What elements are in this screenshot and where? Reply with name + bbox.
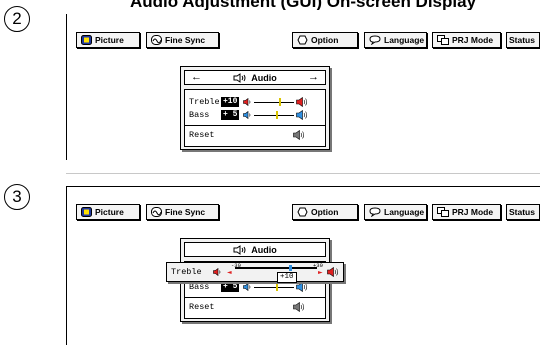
reset-row[interactable]: Reset (185, 300, 325, 314)
picture-button[interactable]: Picture (76, 32, 140, 48)
audio-settings-list: Treble +10 Bass + 5 Reset (184, 89, 326, 147)
page-heading-cut: Audio Adjustment (GUI) On-screen Display (130, 0, 477, 10)
prj-mode-button[interactable]: PRJ Mode (432, 204, 501, 220)
row-divider (185, 125, 325, 126)
status-button[interactable]: Status (506, 32, 540, 48)
menubar: Picture Fine Sync Option Language PRJ Mo… (76, 32, 540, 50)
treble-slider-popup[interactable]: Treble -30 +30 ◄ ► +10 (166, 262, 344, 283)
language-button[interactable]: Language (364, 204, 427, 220)
frame-left-edge (66, 186, 67, 345)
option-icon (297, 207, 308, 217)
speaker-icon (233, 244, 246, 255)
speaker-icon (233, 72, 246, 83)
reset-label: Reset (189, 302, 215, 312)
language-icon (369, 207, 381, 217)
bass-label: Bass (189, 110, 210, 120)
picture-icon (81, 207, 92, 217)
speaker-icon (213, 268, 221, 276)
prj-mode-button[interactable]: PRJ Mode (432, 32, 501, 48)
reset-row[interactable]: Reset (185, 128, 325, 142)
speaker-high-icon (296, 97, 308, 107)
treble-wide-slider[interactable] (235, 265, 317, 271)
decrease-arrow-icon[interactable]: ◄ (227, 269, 232, 276)
treble-popup-value: +10 (277, 272, 297, 283)
fine-sync-button[interactable]: Fine Sync (146, 32, 219, 48)
bass-row[interactable]: Bass + 5 (185, 108, 325, 122)
option-label: Option (311, 35, 339, 45)
speaker-high-icon (327, 267, 339, 277)
status-label: Status (509, 207, 535, 217)
fine-sync-label: Fine Sync (165, 35, 206, 45)
bass-slider[interactable] (254, 283, 295, 291)
audio-panel-header: Audio (184, 242, 326, 257)
bass-slider-knob[interactable] (276, 283, 279, 291)
step-number-3: 3 (4, 184, 30, 210)
fine-sync-button[interactable]: Fine Sync (146, 204, 219, 220)
picture-label: Picture (95, 207, 124, 217)
bass-value: + 5 (221, 110, 240, 120)
reset-icon (293, 302, 305, 312)
language-label: Language (384, 35, 425, 45)
option-label: Option (311, 207, 339, 217)
option-button[interactable]: Option (292, 204, 358, 220)
audio-panel: ← Audio → Treble +10 Bass + 5 Reset (180, 66, 330, 150)
audio-panel-title: Audio (251, 72, 277, 83)
treble-label: Treble (189, 97, 220, 107)
row-divider (185, 297, 325, 298)
speaker-high-icon (296, 110, 308, 120)
bass-label: Bass (189, 282, 210, 292)
picture-icon (81, 35, 92, 45)
language-icon (369, 35, 381, 45)
language-button[interactable]: Language (364, 32, 427, 48)
left-arrow-icon[interactable]: ← (191, 71, 202, 84)
status-button[interactable]: Status (506, 204, 540, 220)
reset-icon (293, 130, 305, 140)
prj-mode-icon (437, 35, 449, 45)
picture-button[interactable]: Picture (76, 204, 140, 220)
treble-value: +10 (221, 97, 240, 107)
audio-panel-header: ← Audio → (184, 70, 326, 85)
menubar: Picture Fine Sync Option Language PRJ Mo… (76, 204, 540, 222)
speaker-icon (243, 98, 251, 106)
prj-mode-label: PRJ Mode (452, 207, 494, 217)
treble-slider-knob[interactable] (279, 98, 282, 106)
prj-mode-icon (437, 207, 449, 217)
bass-value: + 5 (221, 282, 240, 292)
right-arrow-icon[interactable]: → (308, 71, 319, 84)
reset-label: Reset (189, 130, 215, 140)
option-button[interactable]: Option (292, 32, 358, 48)
bass-slider-knob[interactable] (276, 111, 279, 119)
speaker-high-icon (296, 282, 308, 292)
bass-slider[interactable] (254, 111, 295, 119)
option-icon (297, 35, 308, 45)
fine-sync-icon (151, 35, 162, 45)
status-label: Status (509, 35, 535, 45)
picture-label: Picture (95, 35, 124, 45)
speaker-icon (243, 111, 251, 119)
treble-slider[interactable] (254, 98, 295, 106)
speaker-icon (243, 283, 251, 291)
bass-row[interactable]: Bass + 5 (185, 280, 325, 294)
fine-sync-label: Fine Sync (165, 207, 206, 217)
step-number-2: 2 (4, 6, 30, 32)
treble-popup-label: Treble (171, 267, 202, 277)
increase-arrow-icon[interactable]: ► (318, 269, 323, 276)
section-separator (66, 173, 540, 174)
frame-top-edge (66, 186, 540, 187)
treble-row[interactable]: Treble +10 (185, 95, 325, 109)
frame-left-edge (66, 14, 67, 160)
prj-mode-label: PRJ Mode (452, 35, 494, 45)
audio-panel-title: Audio (251, 244, 277, 255)
language-label: Language (384, 207, 425, 217)
treble-wide-slider-knob[interactable] (289, 265, 292, 271)
fine-sync-icon (151, 207, 162, 217)
